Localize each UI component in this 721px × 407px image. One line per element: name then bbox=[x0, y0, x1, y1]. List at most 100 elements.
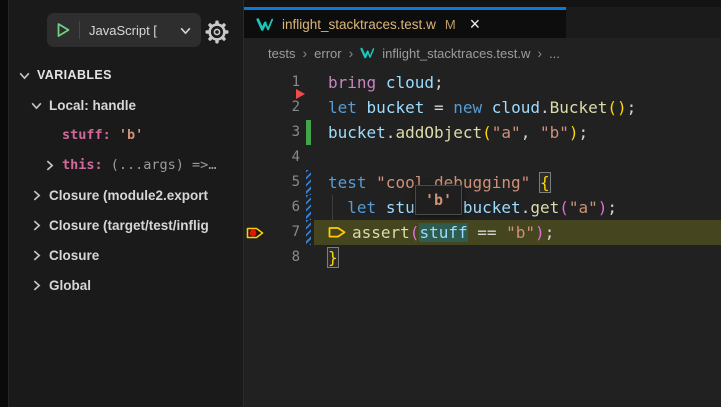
chevron-down-icon[interactable] bbox=[30, 99, 43, 112]
chevron-right-icon[interactable] bbox=[30, 189, 43, 202]
scope-label: Global bbox=[49, 278, 91, 293]
tree-row[interactable]: stuff: 'b' bbox=[9, 120, 243, 150]
token: stuff bbox=[419, 223, 467, 242]
gear-icon[interactable] bbox=[205, 20, 229, 44]
debug-start-icon[interactable] bbox=[56, 22, 71, 38]
gutter-change-indicator bbox=[304, 145, 314, 170]
glyph-margin[interactable] bbox=[244, 170, 266, 195]
glyph-margin[interactable] bbox=[244, 245, 266, 270]
tab-filename: inflight_stacktraces.test.w bbox=[282, 17, 436, 32]
token bbox=[328, 198, 347, 217]
token: "b" bbox=[506, 223, 535, 242]
variable-entry: this: (...args) =>… bbox=[62, 157, 216, 173]
code-line-content[interactable]: } bbox=[314, 245, 721, 270]
token: bring bbox=[328, 73, 376, 92]
line-number[interactable]: 3 bbox=[266, 120, 300, 145]
gutter-change-indicator bbox=[304, 245, 314, 270]
token: let bbox=[328, 98, 357, 117]
token: addObject bbox=[395, 123, 482, 142]
line-number[interactable]: 4 bbox=[266, 145, 300, 170]
line-number[interactable]: 7 bbox=[266, 220, 300, 245]
breadcrumb-item[interactable]: inflight_stacktraces.test.w bbox=[382, 46, 530, 61]
code-line-8: 8} bbox=[244, 245, 721, 270]
chevron-right-icon[interactable] bbox=[30, 219, 43, 232]
code-line-content[interactable]: let bucket = new cloud.Bucket(); bbox=[314, 95, 721, 120]
line-number[interactable]: 8 bbox=[266, 245, 300, 270]
glyph-margin[interactable] bbox=[244, 145, 266, 170]
variables-section-header[interactable]: VARIABLES bbox=[9, 60, 243, 90]
code-line-content[interactable]: bring cloud; bbox=[314, 70, 721, 95]
code-line-6: 6 let stuff = bucket.get("a"); bbox=[244, 195, 721, 220]
scope-label: Closure (module2.export bbox=[49, 188, 208, 203]
breadcrumb-item[interactable]: ... bbox=[549, 46, 560, 61]
token: bucket bbox=[328, 123, 386, 142]
launch-config-label: JavaScript [ bbox=[89, 23, 179, 38]
token bbox=[367, 173, 377, 192]
chevron-right-icon: › bbox=[302, 45, 307, 61]
token: ) bbox=[569, 123, 579, 142]
token: ; bbox=[545, 223, 555, 242]
tree-row[interactable]: this: (...args) =>… bbox=[9, 150, 243, 180]
breadcrumb-item[interactable]: error bbox=[314, 46, 341, 61]
variables-tree: VARIABLES Local: handlestuff: 'b' this: (… bbox=[9, 60, 243, 300]
token: let bbox=[347, 198, 376, 217]
modified-line-indicator bbox=[306, 170, 311, 195]
code-line-3: 3 bucket.addObject("a", "b"); bbox=[244, 120, 721, 145]
token bbox=[530, 173, 540, 192]
token: Bucket bbox=[550, 98, 608, 117]
tree-row[interactable]: Global bbox=[9, 270, 243, 300]
code-line-content[interactable]: let stuff = bucket.get("a"); bbox=[314, 195, 721, 220]
token: get bbox=[530, 198, 559, 217]
token: ( bbox=[482, 123, 492, 142]
breakpoint-hit-icon[interactable] bbox=[244, 220, 266, 245]
token: } bbox=[328, 248, 338, 267]
token: bucket bbox=[463, 198, 521, 217]
line-number[interactable]: 6 bbox=[266, 195, 300, 220]
scope-label: Closure (target/test/inflig bbox=[49, 218, 209, 233]
token: () bbox=[607, 98, 626, 117]
chevron-right-icon[interactable] bbox=[30, 249, 43, 262]
gutter-change-indicator bbox=[304, 195, 314, 220]
variable-name: this: bbox=[62, 157, 111, 173]
debug-launch-config-dropdown[interactable]: JavaScript [ bbox=[47, 13, 201, 47]
glyph-margin[interactable] bbox=[244, 70, 266, 95]
glyph-margin[interactable] bbox=[244, 195, 266, 220]
code-line-content[interactable]: assert(stuff == "b"); bbox=[314, 220, 721, 245]
editor-area: inflight_stacktraces.test.w M × tests › er… bbox=[244, 0, 721, 407]
chevron-down-icon bbox=[179, 24, 192, 37]
code-line-content[interactable]: bucket.addObject("a", "b"); bbox=[314, 120, 721, 145]
modified-line-indicator bbox=[306, 195, 311, 220]
token: cloud bbox=[386, 73, 434, 92]
wing-logo-icon bbox=[256, 17, 274, 32]
chevron-right-icon[interactable] bbox=[43, 159, 56, 172]
breadcrumb-item[interactable]: tests bbox=[268, 46, 295, 61]
tree-row[interactable]: Closure (target/test/inflig bbox=[9, 210, 243, 240]
token: ) bbox=[535, 223, 545, 242]
token: { bbox=[540, 173, 550, 192]
glyph-margin[interactable] bbox=[244, 120, 266, 145]
glyph-margin[interactable] bbox=[244, 95, 266, 120]
line-number[interactable]: 2 bbox=[266, 95, 300, 120]
tree-row[interactable]: Local: handle bbox=[9, 90, 243, 120]
debug-sidebar: JavaScript [ bbox=[9, 0, 244, 407]
tab-inflight-stacktraces[interactable]: inflight_stacktraces.test.w M × bbox=[244, 7, 566, 38]
code-line-content[interactable] bbox=[314, 145, 721, 170]
code-editor[interactable]: 'b' 1bring cloud;2let bucket = new cloud… bbox=[244, 68, 721, 407]
wing-logo-icon bbox=[360, 47, 375, 59]
line-number[interactable]: 5 bbox=[266, 170, 300, 195]
token: , bbox=[521, 123, 540, 142]
tab-bar: inflight_stacktraces.test.w M × bbox=[244, 0, 721, 38]
gutter-change-indicator bbox=[304, 170, 314, 195]
line-number[interactable]: 1 bbox=[266, 70, 300, 95]
token: "a" bbox=[492, 123, 521, 142]
code-line-content[interactable]: test "cool debugging" { bbox=[314, 170, 721, 195]
chevron-down-icon[interactable] bbox=[18, 69, 31, 82]
chevron-right-icon[interactable] bbox=[30, 279, 43, 292]
token: ( bbox=[559, 198, 569, 217]
modified-line-indicator bbox=[306, 220, 311, 245]
tree-row[interactable]: Closure (module2.export bbox=[9, 180, 243, 210]
tree-row[interactable]: Closure bbox=[9, 240, 243, 270]
dropdown-divider bbox=[79, 21, 80, 39]
token: cloud bbox=[492, 98, 540, 117]
close-icon[interactable]: × bbox=[470, 15, 481, 33]
